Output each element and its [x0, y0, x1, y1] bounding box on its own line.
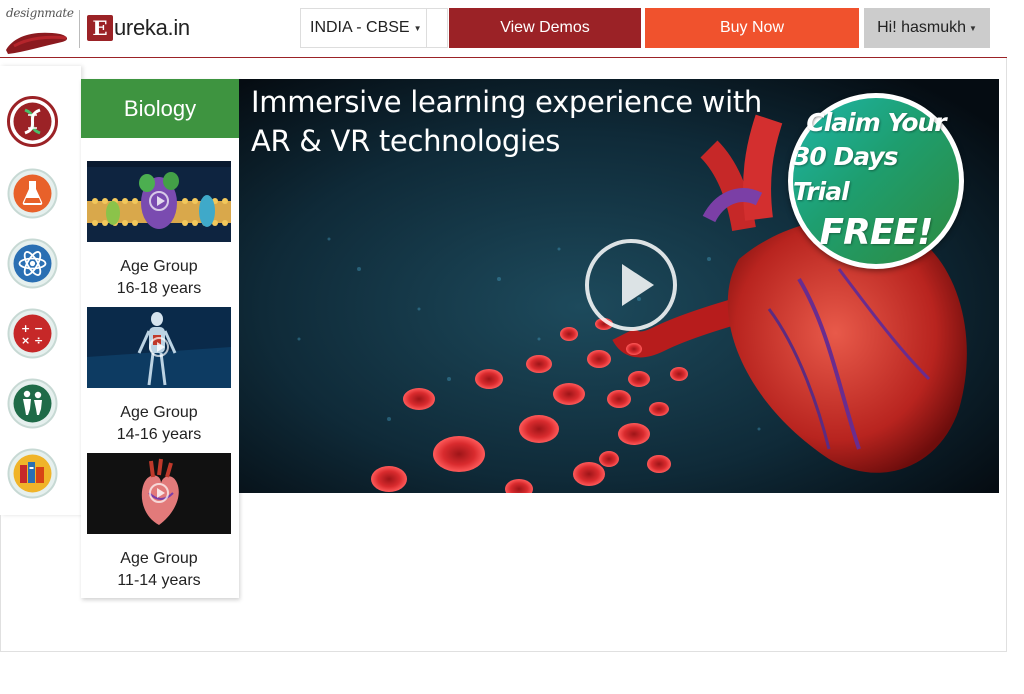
content-frame-border: [0, 651, 1007, 652]
module-label: Age Group: [120, 550, 198, 567]
curriculum-value: INDIA - CBSE: [310, 19, 410, 36]
curriculum-select-addon: [427, 8, 448, 48]
chevron-down-icon: ▼: [969, 23, 977, 33]
math-operators-icon: + − × ÷: [7, 308, 58, 359]
designmate-logo[interactable]: designmate: [4, 4, 74, 56]
module-age-range: 11-14 years: [117, 572, 201, 589]
content-frame-border: [0, 515, 1, 652]
trial-badge-line3: FREE!: [819, 211, 934, 253]
module-label: Age Group: [120, 258, 198, 275]
hero-video-banner[interactable]: Immersive learning experience with AR & …: [239, 79, 999, 493]
subject-chemistry-button[interactable]: [7, 168, 58, 219]
module-thumbnail-cell-membrane: [87, 161, 231, 242]
trial-badge-line2: 30 Days Trial: [793, 141, 899, 206]
atom-icon: [7, 238, 58, 289]
module-age-range: 16-18 years: [116, 280, 202, 297]
svg-text:÷: ÷: [34, 334, 43, 347]
user-menu-dropdown[interactable]: Hi! hasmukh ▼: [864, 8, 990, 48]
chevron-down-icon: ▼: [413, 23, 422, 33]
dna-icon: [7, 96, 58, 147]
subject-sidebar: + − × ÷: [0, 66, 81, 515]
kids-icon: [7, 378, 58, 429]
flask-icon: [7, 168, 58, 219]
subject-kids-button[interactable]: [7, 378, 58, 429]
app-root: designmate E ureka.in INDIA - CBSE ▼ Vie…: [0, 0, 1024, 694]
module-thumbnail-human-skeleton: [87, 307, 231, 388]
module-age-range: 14-16 years: [116, 426, 202, 443]
svg-text:×: ×: [21, 334, 30, 347]
play-video-button[interactable]: [585, 239, 677, 331]
module-card-14-16[interactable]: Age Group 14-16 years: [87, 307, 231, 446]
module-thumbnail-human-heart: [87, 453, 231, 534]
top-header: designmate E ureka.in INDIA - CBSE ▼ Vie…: [0, 0, 1007, 58]
play-icon: [149, 191, 169, 211]
module-label: Age Group: [120, 404, 198, 421]
module-card-11-14[interactable]: Age Group 11-14 years: [87, 453, 231, 592]
play-icon: [149, 337, 169, 357]
view-demos-button[interactable]: View Demos: [449, 8, 641, 48]
free-trial-badge[interactable]: Claim Your 30 Days Trial FREE!: [788, 93, 964, 269]
logo-divider: [79, 10, 80, 48]
books-icon: [7, 448, 58, 499]
play-icon: [149, 483, 169, 503]
subject-maths-button[interactable]: + − × ÷: [7, 308, 58, 359]
subject-library-button[interactable]: [7, 448, 58, 499]
curriculum-select[interactable]: INDIA - CBSE ▼: [300, 8, 427, 48]
eureka-logo-text: ureka.in: [114, 15, 190, 40]
module-list-panel: Biology Age Group 16-18 years Age Group …: [81, 79, 239, 598]
designmate-logo-text: designmate: [6, 6, 74, 20]
subject-physics-button[interactable]: [7, 238, 58, 289]
hero-headline-line2: AR & VR technologies: [251, 124, 561, 158]
eureka-logo[interactable]: E ureka.in: [87, 14, 190, 42]
trial-badge-line1: Claim Your: [806, 107, 946, 137]
subject-title: Biology: [81, 79, 239, 138]
hero-headline-line1: Immersive learning experience with: [251, 85, 763, 119]
user-greeting: Hi! hasmukh: [877, 19, 966, 36]
subject-biology-button[interactable]: [7, 96, 58, 147]
hero-headline: Immersive learning experience with AR & …: [251, 83, 762, 161]
content-frame-border: [1006, 58, 1007, 652]
buy-now-button[interactable]: Buy Now: [645, 8, 859, 48]
eureka-logo-letter: E: [87, 15, 113, 41]
module-card-16-18[interactable]: Age Group 16-18 years: [87, 161, 231, 300]
designmate-swoosh-icon: [6, 32, 68, 54]
